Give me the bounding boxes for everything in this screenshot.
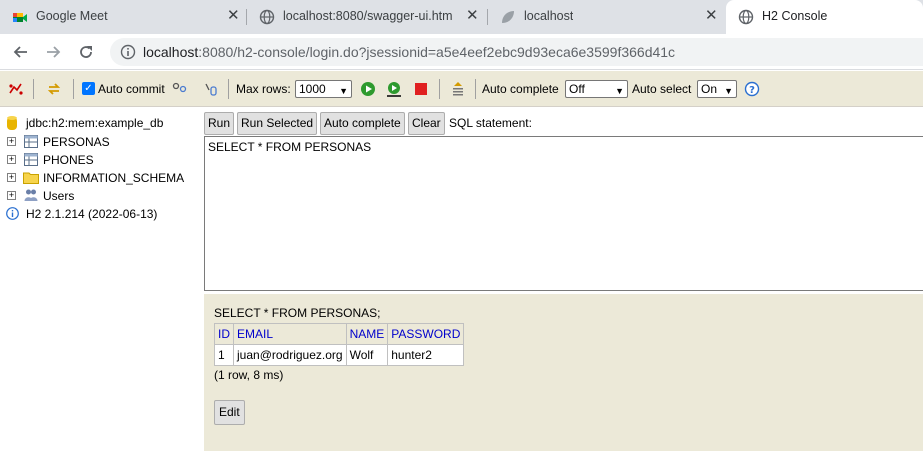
max-rows-value: 1000 xyxy=(299,82,326,96)
toolbar-separator xyxy=(73,79,74,99)
tab-localhost[interactable]: localhost ✕ xyxy=(488,0,726,34)
auto-select-label: Auto select xyxy=(632,82,692,96)
folder-icon xyxy=(23,172,39,184)
auto-complete-label: Auto complete xyxy=(482,82,559,96)
auto-commit-checkbox[interactable]: ✓ xyxy=(82,82,95,95)
expand-icon[interactable]: + xyxy=(7,173,16,182)
tree-db-url[interactable]: jdbc:h2:mem:example_db xyxy=(26,115,163,131)
rollback-icon[interactable] xyxy=(172,81,188,97)
table-cell: 1 xyxy=(214,344,234,366)
auto-commit-label: Auto commit xyxy=(98,82,165,96)
sql-input[interactable]: SELECT * FROM PERSONAS xyxy=(204,136,923,291)
expand-icon[interactable]: + xyxy=(7,155,16,164)
info-icon[interactable] xyxy=(120,44,136,60)
table-header-row: ID EMAIL NAME PASSWORD xyxy=(214,323,465,345)
forward-button[interactable] xyxy=(42,41,64,63)
column-header[interactable]: PASSWORD xyxy=(387,323,465,345)
tab-title: H2 Console xyxy=(762,9,828,23)
stop-icon[interactable] xyxy=(413,81,429,97)
expand-icon[interactable]: + xyxy=(7,191,16,200)
tab-google-meet[interactable]: Google Meet ✕ xyxy=(0,0,246,34)
sql-statement-label: SQL statement: xyxy=(449,116,532,130)
toolbar-separator xyxy=(228,79,229,99)
tab-swagger[interactable]: localhost:8080/swagger-ui.html# ✕ xyxy=(247,0,487,34)
result-query: SELECT * FROM PERSONAS; xyxy=(214,306,381,320)
reload-button[interactable] xyxy=(75,41,97,63)
table-cell: hunter2 xyxy=(387,344,465,366)
url-host: localhost xyxy=(143,44,199,60)
back-button[interactable] xyxy=(10,41,32,63)
browser-toolbar: localhost:8080/h2-console/login.do?jsess… xyxy=(0,34,923,70)
svg-text:?: ? xyxy=(749,85,755,96)
auto-complete-select[interactable]: Off ▼ xyxy=(565,80,628,98)
table-cell: juan@rodriguez.org xyxy=(233,344,347,366)
edit-button[interactable]: Edit xyxy=(214,400,245,425)
toolbar-separator xyxy=(33,79,34,99)
h2-toolbar: ✓ Auto commit Max rows: 1000 ▼ Auto compl… xyxy=(0,71,923,107)
forward-arrow-icon xyxy=(47,46,61,58)
history-icon[interactable] xyxy=(450,81,466,97)
disconnect-icon[interactable] xyxy=(8,81,24,97)
tab-title: localhost:8080/swagger-ui.html# xyxy=(283,9,453,23)
run-icon[interactable] xyxy=(360,81,376,97)
tree-item-users[interactable]: Users xyxy=(43,188,74,204)
tab-title: localhost xyxy=(524,9,574,23)
expand-icon[interactable]: + xyxy=(7,137,16,146)
column-header[interactable]: ID xyxy=(214,323,234,345)
table-cell: Wolf xyxy=(345,344,389,366)
toolbar-separator xyxy=(439,79,440,99)
auto-complete-button[interactable]: Auto complete xyxy=(320,112,405,135)
globe-icon xyxy=(738,9,754,25)
info-icon xyxy=(6,207,19,220)
tree-item-personas[interactable]: PERSONAS xyxy=(43,134,110,150)
google-meet-icon xyxy=(13,13,27,22)
auto-select-value: On xyxy=(701,82,718,96)
result-summary: (1 row, 8 ms) xyxy=(214,368,284,382)
url-text: localhost:8080/h2-console/login.do?jsess… xyxy=(143,44,675,60)
clear-button[interactable]: Clear xyxy=(408,112,445,135)
users-icon xyxy=(24,189,38,201)
close-tab-icon[interactable]: ✕ xyxy=(227,8,240,24)
main-panel: Run Run Selected Auto complete Clear SQL… xyxy=(202,108,923,451)
chevron-down-icon: ▼ xyxy=(724,86,733,96)
chevron-down-icon: ▼ xyxy=(615,86,624,96)
max-rows-select[interactable]: 1000 ▼ xyxy=(295,80,352,98)
tree-item-phones[interactable]: PHONES xyxy=(43,152,94,168)
close-tab-icon[interactable]: ✕ xyxy=(705,8,718,24)
close-tab-icon[interactable]: ✕ xyxy=(466,8,479,24)
commit-icon[interactable] xyxy=(203,81,219,97)
schema-tree: jdbc:h2:mem:example_db + PERSONAS + PHON… xyxy=(0,108,202,451)
toolbar-separator xyxy=(475,79,476,99)
table-icon xyxy=(24,153,38,166)
run-selected-button[interactable]: Run Selected xyxy=(237,112,318,135)
column-header[interactable]: EMAIL xyxy=(233,323,347,345)
max-rows-label: Max rows: xyxy=(236,82,291,96)
run-button[interactable]: Run xyxy=(204,112,235,135)
reload-icon xyxy=(80,46,92,58)
database-icon xyxy=(7,116,17,130)
tab-title: Google Meet xyxy=(36,9,108,23)
help-icon[interactable]: ? xyxy=(744,81,760,97)
back-arrow-icon xyxy=(13,46,27,58)
globe-icon xyxy=(259,9,275,25)
auto-complete-value: Off xyxy=(569,82,585,96)
h2-version: H2 2.1.214 (2022-06-13) xyxy=(26,207,158,221)
table-row: 1 juan@rodriguez.org Wolf hunter2 xyxy=(214,344,465,366)
result-table: ID EMAIL NAME PASSWORD 1 juan@rodriguez.… xyxy=(214,323,465,366)
refresh-icon[interactable] xyxy=(46,81,62,97)
tree-item-information-schema[interactable]: INFORMATION_SCHEMA xyxy=(43,170,184,186)
result-panel: SELECT * FROM PERSONAS; ID EMAIL NAME PA… xyxy=(204,294,923,451)
sql-text: SELECT * FROM PERSONAS xyxy=(208,140,372,154)
chevron-down-icon: ▼ xyxy=(339,86,348,96)
browser-tab-strip: Google Meet ✕ localhost:8080/swagger-ui.… xyxy=(0,0,923,34)
url-path: :8080/h2-console/login.do?jsessionid=a5e… xyxy=(198,44,676,60)
table-icon xyxy=(24,135,38,148)
auto-select-select[interactable]: On ▼ xyxy=(697,80,737,98)
column-header[interactable]: NAME xyxy=(345,323,389,345)
tab-h2-console[interactable]: H2 Console xyxy=(726,0,923,34)
leaf-icon xyxy=(502,11,514,23)
run-selected-icon[interactable] xyxy=(386,81,402,97)
address-bar[interactable]: localhost:8080/h2-console/login.do?jsess… xyxy=(110,38,923,66)
